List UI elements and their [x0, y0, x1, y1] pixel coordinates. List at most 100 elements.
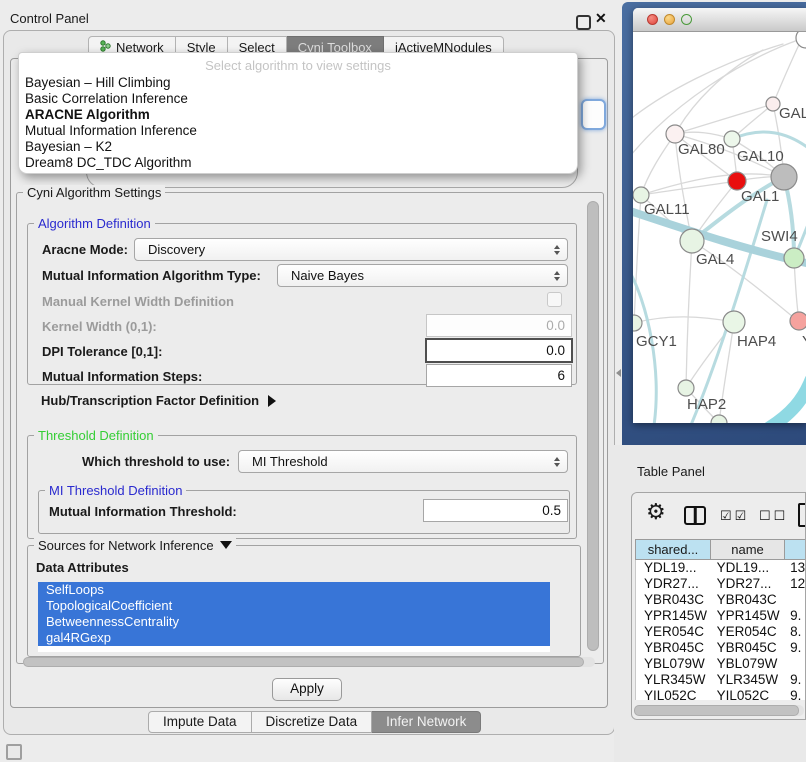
- table-row[interactable]: YBL079WYBL079W: [636, 656, 806, 672]
- table-row[interactable]: YPR145WYPR145W9.: [636, 608, 806, 624]
- network-edge[interactable]: [641, 181, 737, 195]
- network-node[interactable]: [723, 311, 745, 333]
- stepper-icon: [554, 245, 560, 255]
- algorithm-option[interactable]: Dream8 DC_TDC Algorithm: [19, 155, 577, 171]
- mi-type-select[interactable]: Naive Bayes: [277, 264, 568, 287]
- attribute-list-item[interactable]: BetweennessCentrality: [38, 614, 550, 630]
- table-cell: 9.: [785, 672, 806, 688]
- network-node-label: GAL: [779, 105, 806, 122]
- deselect-all-checkboxes-icon[interactable]: ☐☐: [759, 508, 788, 524]
- network-node[interactable]: [766, 97, 780, 111]
- algorithm-option[interactable]: Basic Correlation Inference: [19, 91, 577, 107]
- table-cell: YLR345W: [636, 672, 712, 688]
- close-window-icon[interactable]: [647, 14, 658, 25]
- tab-impute-data[interactable]: Impute Data: [148, 711, 252, 733]
- network-edge[interactable]: [675, 104, 773, 134]
- columns-icon[interactable]: [684, 506, 706, 525]
- dpi-tolerance-field[interactable]: 0.0: [425, 338, 573, 363]
- docked-panel-icon[interactable]: [6, 744, 22, 760]
- network-node[interactable]: [790, 312, 806, 330]
- sources-title-label: Sources for Network Inference: [38, 538, 214, 553]
- table-cell: 13: [785, 560, 806, 576]
- aracne-mode-select[interactable]: Discovery: [134, 238, 568, 261]
- algorithm-option[interactable]: Bayesian – Hill Climbing: [19, 75, 577, 91]
- table-row[interactable]: YBR043CYBR043C: [636, 592, 806, 608]
- table-cell: YER054C: [712, 624, 786, 640]
- table-cell: YDR27...: [712, 576, 786, 592]
- table-column-header[interactable]: name: [711, 539, 785, 560]
- settings-vertical-scrollbar[interactable]: [587, 201, 599, 651]
- network-node[interactable]: [678, 380, 694, 396]
- export-table-icon[interactable]: [798, 503, 806, 527]
- table-body: YDL19...YDL19...13YDR27...YDR27...12YBR0…: [635, 560, 806, 700]
- algorithm-option[interactable]: Bayesian – K2: [19, 139, 577, 155]
- stepper-icon: [554, 271, 560, 281]
- node-table: shared...name YDL19...YDL19...13YDR27...…: [635, 539, 806, 700]
- algorithm-dropdown-prompt: Select algorithm to view settings: [19, 58, 577, 73]
- table-row[interactable]: YER054CYER054C8.: [636, 624, 806, 640]
- obscured-focused-field: [581, 99, 606, 130]
- table-row[interactable]: YBR045CYBR045C9.: [636, 640, 806, 656]
- network-node-label: HAP2: [687, 396, 726, 413]
- network-canvas[interactable]: GALGAL80GAL10GAL1GAL11GAL4SWI4GCY1HAP4YH…: [633, 32, 806, 423]
- control-panel-title: Control Panel: [10, 11, 89, 26]
- network-node[interactable]: [771, 164, 797, 190]
- table-cell: YDR27...: [636, 576, 712, 592]
- cyni-algorithm-settings-group: Cyni Algorithm Settings Algorithm Defini…: [16, 192, 604, 664]
- tab-discretize-data[interactable]: Discretize Data: [252, 711, 373, 733]
- network-node[interactable]: [784, 248, 804, 268]
- mi-steps-field[interactable]: 6: [426, 364, 572, 387]
- table-horizontal-scrollbar[interactable]: [634, 705, 804, 716]
- network-edge[interactable]: [686, 241, 692, 388]
- application-window: Control Panel ✕ Network Style Select Cyn…: [0, 0, 806, 762]
- network-node[interactable]: [711, 415, 727, 423]
- apply-button[interactable]: Apply: [272, 678, 342, 701]
- table-row[interactable]: YIL052CYIL052C9.: [636, 688, 806, 700]
- close-panel-icon[interactable]: ✕: [595, 10, 607, 27]
- table-column-header[interactable]: shared...: [635, 539, 711, 560]
- mi-threshold-field[interactable]: 0.5: [423, 499, 568, 522]
- mi-threshold-label: Mutual Information Threshold:: [49, 504, 237, 519]
- table-cell: YBL079W: [712, 656, 786, 672]
- which-threshold-label: Which threshold to use:: [82, 454, 230, 469]
- minimize-window-icon[interactable]: [664, 14, 675, 25]
- table-row[interactable]: YLR345WYLR345W9.: [636, 672, 806, 688]
- table-cell: 12: [785, 576, 806, 592]
- split-pane-collapse-icon[interactable]: [616, 369, 621, 377]
- network-edge[interactable]: [769, 380, 806, 423]
- table-cell: YDL19...: [636, 560, 712, 576]
- network-graph[interactable]: GALGAL80GAL10GAL1GAL11GAL4SWI4GCY1HAP4YH…: [633, 32, 806, 423]
- network-node[interactable]: [724, 131, 740, 147]
- network-node[interactable]: [633, 315, 642, 331]
- sources-group-title[interactable]: Sources for Network Inference: [34, 538, 236, 553]
- table-column-header[interactable]: [785, 539, 806, 560]
- float-panel-icon[interactable]: [576, 15, 591, 30]
- hub-definition-toggle[interactable]: Hub/Transcription Factor Definition: [41, 393, 276, 408]
- mi-type-value: Naive Bayes: [291, 268, 364, 283]
- which-threshold-select[interactable]: MI Threshold: [238, 450, 568, 473]
- tab-infer-network[interactable]: Infer Network: [372, 711, 481, 733]
- network-window-titlebar[interactable]: [633, 8, 806, 32]
- algorithm-option[interactable]: ARACNE Algorithm: [19, 107, 577, 123]
- table-row[interactable]: YDR27...YDR27...12: [636, 576, 806, 592]
- table-row[interactable]: YDL19...YDL19...13: [636, 560, 806, 576]
- settings-horizontal-scrollbar[interactable]: [23, 657, 595, 667]
- manual-kernel-label: Manual Kernel Width Definition: [42, 294, 234, 309]
- network-view-window: GALGAL80GAL10GAL1GAL11GAL4SWI4GCY1HAP4YH…: [633, 8, 806, 423]
- attribute-list-item[interactable]: TopologicalCoefficient: [38, 598, 550, 614]
- gear-icon[interactable]: ⚙: [646, 499, 666, 525]
- mi-steps-label: Mutual Information Steps:: [42, 369, 202, 384]
- network-node[interactable]: [796, 32, 806, 48]
- attribute-list-item[interactable]: gal4RGexp: [38, 630, 550, 646]
- attribute-list-item[interactable]: SelfLoops: [38, 582, 550, 598]
- kernel-width-field[interactable]: 0.0: [426, 314, 572, 337]
- zoom-window-icon[interactable]: [681, 14, 692, 25]
- mi-type-label: Mutual Information Algorithm Type:: [42, 268, 261, 283]
- settings-group-title: Cyni Algorithm Settings: [23, 185, 165, 200]
- select-all-checkboxes-icon[interactable]: ☑☑: [720, 508, 749, 524]
- network-edge[interactable]: [675, 50, 763, 134]
- manual-kernel-checkbox[interactable]: [547, 292, 562, 307]
- network-node-label: GAL1: [741, 188, 779, 205]
- network-node[interactable]: [680, 229, 704, 253]
- algorithm-option[interactable]: Mutual Information Inference: [19, 123, 577, 139]
